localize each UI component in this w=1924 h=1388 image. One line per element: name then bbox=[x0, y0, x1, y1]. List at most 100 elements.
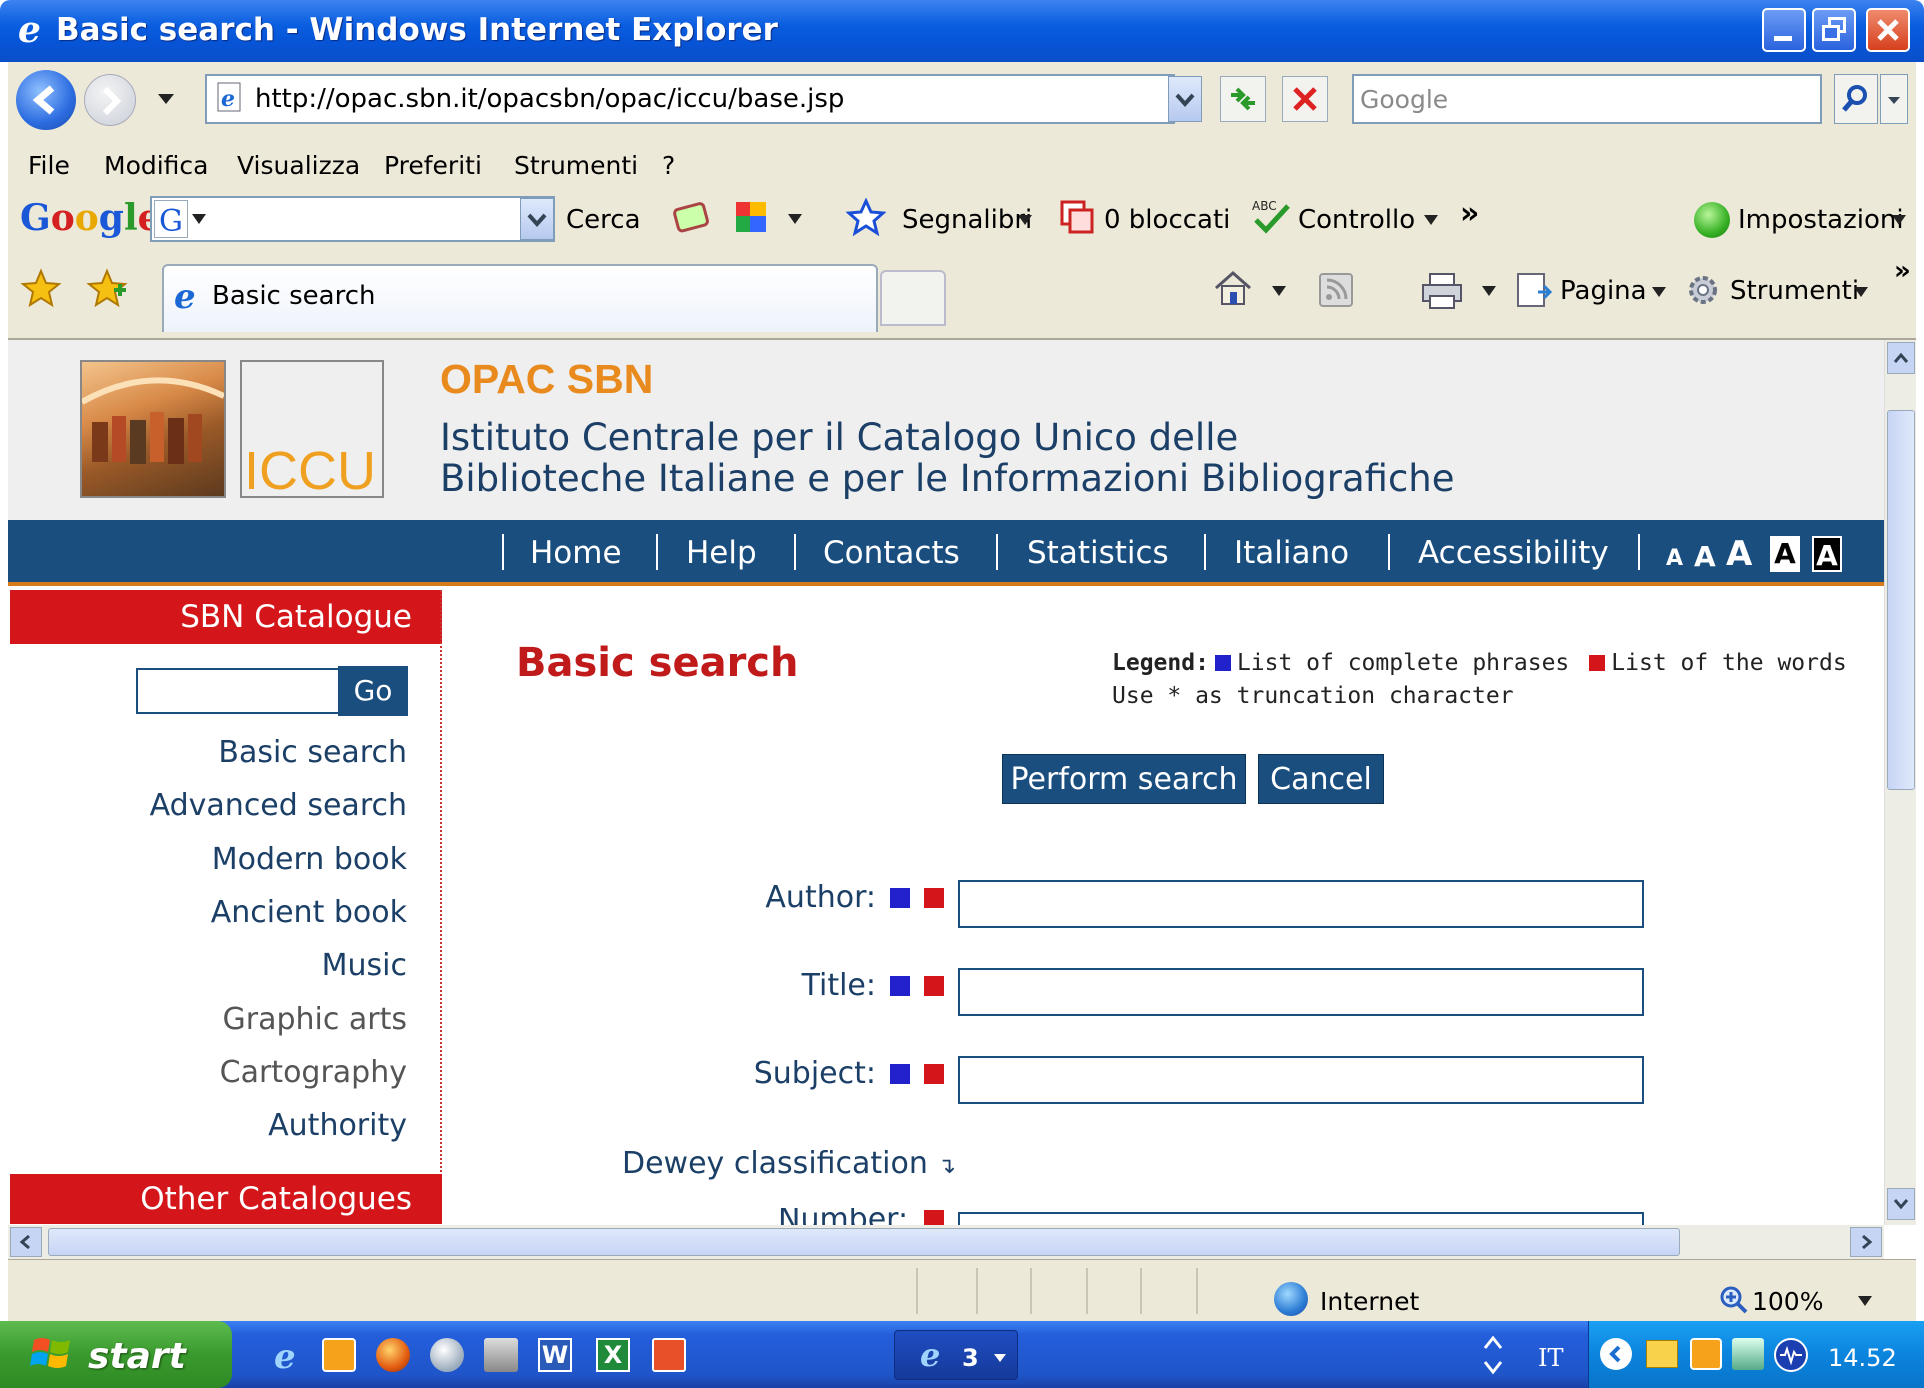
perform-search-button[interactable]: Perform search bbox=[1002, 754, 1246, 804]
quicklaunch-clock-icon[interactable] bbox=[322, 1338, 356, 1372]
nav-accessibility[interactable]: Accessibility bbox=[1418, 535, 1609, 571]
title-words-list-icon[interactable] bbox=[924, 976, 944, 996]
quicklaunch-excel-icon[interactable]: X bbox=[596, 1338, 630, 1372]
add-favorite-icon[interactable] bbox=[86, 268, 128, 308]
bookmarks-button[interactable]: Segnalibri bbox=[902, 205, 1032, 235]
sidebar-ancient-book[interactable]: Ancient book bbox=[211, 895, 407, 930]
page-menu-button[interactable]: Pagina bbox=[1560, 276, 1647, 306]
sidebar-authority[interactable]: Authority bbox=[268, 1108, 407, 1143]
sidebar-basic-search[interactable]: Basic search bbox=[218, 735, 407, 770]
menu-preferiti[interactable]: Preferiti bbox=[384, 151, 482, 180]
spellcheck-dropdown-icon[interactable] bbox=[1424, 215, 1438, 225]
settings-status-icon[interactable] bbox=[1694, 202, 1730, 238]
quicklaunch-ie-icon[interactable]: e bbox=[270, 1336, 308, 1374]
bookmarks-dropdown-icon[interactable] bbox=[1018, 215, 1032, 225]
nav-statistics[interactable]: Statistics bbox=[1027, 535, 1169, 571]
home-dropdown-icon[interactable] bbox=[1272, 286, 1286, 296]
settings-button[interactable]: Impostazioni bbox=[1738, 205, 1904, 235]
star-bookmark-icon[interactable] bbox=[846, 198, 886, 236]
restore-button[interactable] bbox=[1812, 8, 1856, 52]
horizontal-scroll-thumb[interactable] bbox=[48, 1228, 1680, 1256]
go-button[interactable]: Go bbox=[338, 666, 408, 716]
language-bar-scroll-icon[interactable] bbox=[1480, 1328, 1506, 1382]
google-menu-dropdown-icon[interactable] bbox=[192, 214, 206, 224]
tools-menu-dropdown-icon[interactable] bbox=[1854, 287, 1868, 297]
gear-icon[interactable] bbox=[1684, 270, 1722, 310]
scroll-down-icon[interactable] bbox=[1887, 1188, 1915, 1220]
nav-help[interactable]: Help bbox=[686, 535, 757, 571]
quicklaunch-media-icon[interactable] bbox=[430, 1338, 464, 1372]
magnifier-search-icon[interactable] bbox=[1834, 74, 1878, 124]
cancel-button[interactable]: Cancel bbox=[1258, 754, 1384, 804]
security-zone[interactable]: Internet bbox=[1320, 1287, 1419, 1316]
google-toolbar-overflow-button[interactable]: » bbox=[1460, 196, 1479, 231]
popup-dropdown-icon[interactable] bbox=[788, 214, 802, 224]
author-input[interactable] bbox=[958, 880, 1644, 928]
news-icon[interactable] bbox=[672, 200, 712, 234]
zoom-dropdown-icon[interactable] bbox=[1858, 1296, 1872, 1306]
font-size-small[interactable]: A bbox=[1666, 546, 1683, 571]
nav-italiano[interactable]: Italiano bbox=[1234, 535, 1349, 571]
minimize-button[interactable] bbox=[1762, 8, 1806, 52]
tray-audio-icon[interactable] bbox=[1774, 1338, 1808, 1372]
back-button[interactable] bbox=[16, 70, 76, 130]
taskbar-clock[interactable]: 14.52 bbox=[1828, 1344, 1897, 1372]
new-tab-button[interactable] bbox=[880, 270, 946, 326]
contrast-normal-button[interactable]: A bbox=[1770, 536, 1800, 572]
number-input[interactable] bbox=[958, 1212, 1644, 1225]
google-search-input[interactable] bbox=[150, 196, 555, 242]
input-language[interactable]: IT bbox=[1538, 1344, 1564, 1372]
command-bar-overflow-button[interactable]: » bbox=[1894, 256, 1911, 286]
favorites-star-icon[interactable] bbox=[20, 268, 62, 308]
zoom-icon[interactable] bbox=[1718, 1284, 1750, 1316]
tray-network-icon[interactable] bbox=[1732, 1338, 1764, 1370]
tray-expand-icon[interactable] bbox=[1600, 1338, 1632, 1370]
menu-file[interactable]: File bbox=[28, 151, 70, 180]
close-window-button[interactable] bbox=[1866, 8, 1910, 52]
forward-button[interactable] bbox=[84, 74, 136, 126]
zoom-level[interactable]: 100% bbox=[1752, 1287, 1823, 1316]
font-size-medium[interactable]: A bbox=[1694, 540, 1716, 573]
sidebar-cartography[interactable]: Cartography bbox=[220, 1055, 407, 1090]
subject-input[interactable] bbox=[958, 1056, 1644, 1104]
menu-visualizza[interactable]: Visualizza bbox=[237, 151, 360, 180]
scroll-left-icon[interactable] bbox=[10, 1227, 42, 1257]
page-menu-icon[interactable] bbox=[1514, 270, 1554, 310]
dewey-classification-toggle[interactable]: Dewey classification ↴ bbox=[622, 1146, 956, 1181]
stop-icon[interactable] bbox=[1282, 76, 1328, 122]
number-words-list-icon[interactable] bbox=[924, 1210, 944, 1225]
settings-dropdown-icon[interactable] bbox=[1892, 215, 1906, 225]
contrast-high-button[interactable]: A bbox=[1812, 536, 1842, 572]
sidebar-music[interactable]: Music bbox=[322, 948, 407, 983]
page-menu-dropdown-icon[interactable] bbox=[1652, 287, 1666, 297]
subject-words-list-icon[interactable] bbox=[924, 1064, 944, 1084]
quicklaunch-word-icon[interactable]: W bbox=[538, 1338, 572, 1372]
quicklaunch-firefox-icon[interactable] bbox=[376, 1338, 410, 1372]
subject-phrases-list-icon[interactable] bbox=[890, 1064, 910, 1084]
quicklaunch-powerpoint-icon[interactable] bbox=[652, 1338, 686, 1372]
menu-help[interactable]: ? bbox=[662, 151, 675, 180]
home-icon[interactable] bbox=[1212, 268, 1254, 308]
nav-contacts[interactable]: Contacts bbox=[823, 535, 960, 571]
menu-modifica[interactable]: Modifica bbox=[104, 151, 209, 180]
history-dropdown-icon[interactable] bbox=[158, 94, 174, 104]
blocked-count[interactable]: 0 bloccati bbox=[1104, 205, 1230, 235]
vertical-scrollbar[interactable] bbox=[1884, 340, 1916, 1225]
horizontal-scrollbar[interactable] bbox=[8, 1225, 1884, 1259]
scroll-up-icon[interactable] bbox=[1887, 342, 1915, 374]
vertical-scroll-thumb[interactable] bbox=[1887, 410, 1915, 790]
nav-home[interactable]: Home bbox=[530, 535, 622, 571]
spellcheck-button[interactable]: Controllo bbox=[1298, 205, 1415, 235]
author-phrases-list-icon[interactable] bbox=[890, 888, 910, 908]
tray-mail-icon[interactable] bbox=[1646, 1340, 1678, 1368]
title-input[interactable] bbox=[958, 968, 1644, 1016]
print-icon[interactable] bbox=[1420, 272, 1464, 310]
quick-search-input[interactable] bbox=[136, 668, 340, 714]
scroll-right-icon[interactable] bbox=[1850, 1227, 1882, 1257]
google-search-button[interactable]: Cerca bbox=[566, 205, 641, 235]
quicklaunch-folder-icon[interactable] bbox=[484, 1338, 518, 1372]
title-phrases-list-icon[interactable] bbox=[890, 976, 910, 996]
author-words-list-icon[interactable] bbox=[924, 888, 944, 908]
search-options-dropdown-icon[interactable] bbox=[1880, 74, 1908, 124]
popup-icon[interactable] bbox=[732, 198, 772, 236]
